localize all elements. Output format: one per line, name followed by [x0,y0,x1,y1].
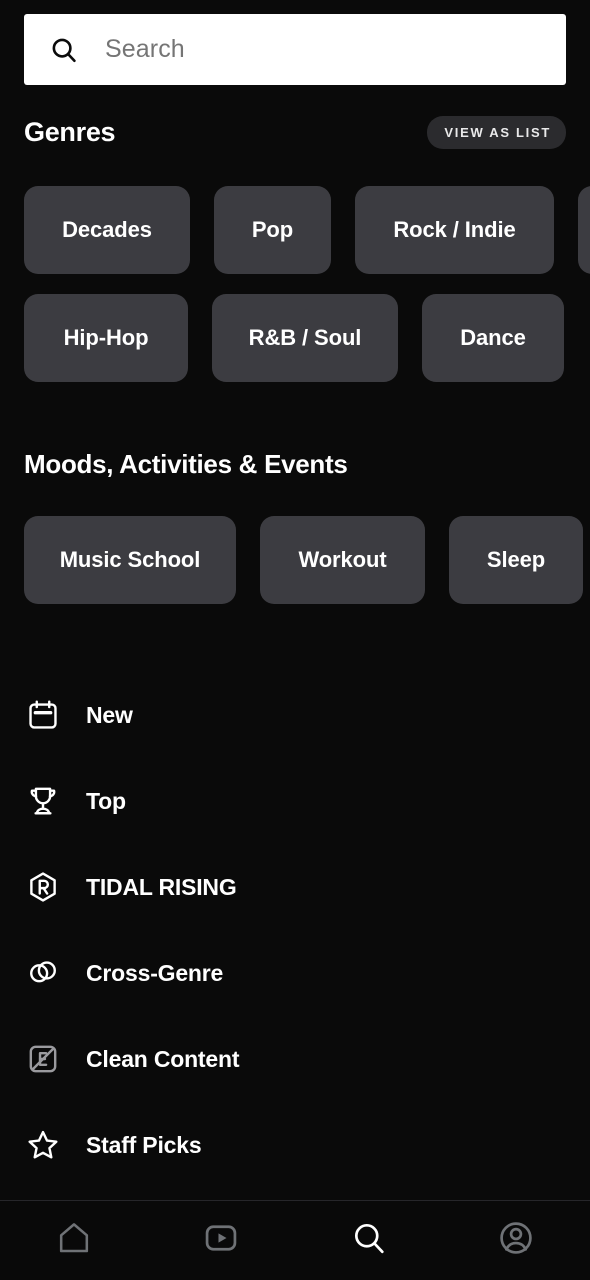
list-item-label: New [86,701,133,728]
page-title: Genres [24,116,116,147]
moods-header: Moods, Activities & Events [0,444,590,484]
genres-header: Genres VIEW AS LIST [0,110,590,154]
genre-chip[interactable]: Rock / Indie [355,186,554,274]
genre-chip[interactable]: Pop [214,186,331,274]
list-item-label: Clean Content [86,1045,240,1072]
mood-chip-row: Music School Workout Sleep [0,516,590,604]
mood-chip[interactable]: Music School [24,516,236,604]
genre-chip-row-1: Decades Pop Rock / Indie [0,186,590,274]
list-item[interactable]: New [0,672,590,758]
chip-label: Decades [62,217,152,242]
chip-label: Workout [298,547,387,572]
list-item-label: TIDAL RISING [86,873,237,900]
list-item[interactable]: Cross-Genre [0,930,590,1016]
clean-content-icon [24,1040,62,1078]
trophy-icon [24,782,62,820]
genre-chip[interactable]: Dance [422,294,564,382]
chip-label: Pop [251,217,294,242]
chip-label: Sleep [486,547,546,572]
nav-item-search[interactable] [295,1201,443,1280]
browse-list: New Top TIDAL RISING Cross-Genre Clean Conte… [0,672,590,1188]
mood-chip[interactable]: Sleep [449,516,583,604]
moods-title: Moods, Activities & Events [24,448,348,479]
star-icon [24,1126,62,1164]
bottom-navigation [0,1200,590,1280]
nav-item-profile[interactable] [443,1201,590,1280]
chip-label: Hip-Hop [63,325,149,350]
nav-item-home[interactable] [0,1201,148,1280]
video-icon [202,1219,240,1262]
profile-icon [497,1219,535,1262]
chip-label: Music School [59,547,201,572]
list-item[interactable]: Staff Picks [0,1102,590,1188]
calendar-icon [24,696,62,734]
mood-chip[interactable]: Workout [260,516,425,604]
search-icon [350,1219,388,1262]
genre-chip[interactable] [578,186,590,274]
list-item-label: Staff Picks [86,1131,202,1158]
tidal-rising-icon [24,868,62,906]
list-item-label: Top [86,787,126,814]
list-item[interactable]: TIDAL RISING [0,844,590,930]
chip-label: Rock / Indie [393,217,516,242]
home-icon [55,1219,93,1262]
genre-chip[interactable]: Decades [24,186,190,274]
chip-label: R&B / Soul [248,325,362,350]
list-item[interactable]: Top [0,758,590,844]
genre-chip-row-2: Hip-Hop R&B / Soul Dance [0,294,590,382]
list-item[interactable]: Clean Content [0,1016,590,1102]
nav-item-videos[interactable] [148,1201,296,1280]
search-icon [49,35,79,65]
genre-chip[interactable]: Hip-Hop [24,294,188,382]
view-as-list-button[interactable]: VIEW AS LIST [427,115,566,149]
search-bar[interactable]: Search [24,14,566,85]
cross-genre-icon [24,954,62,992]
search-input[interactable]: Search [105,35,185,64]
genre-chip[interactable]: R&B / Soul [212,294,398,382]
chip-label: Dance [460,325,526,350]
list-item-label: Cross-Genre [86,959,224,986]
browse-screen: Search Genres VIEW AS LIST Decades Pop Roc… [0,0,590,1280]
